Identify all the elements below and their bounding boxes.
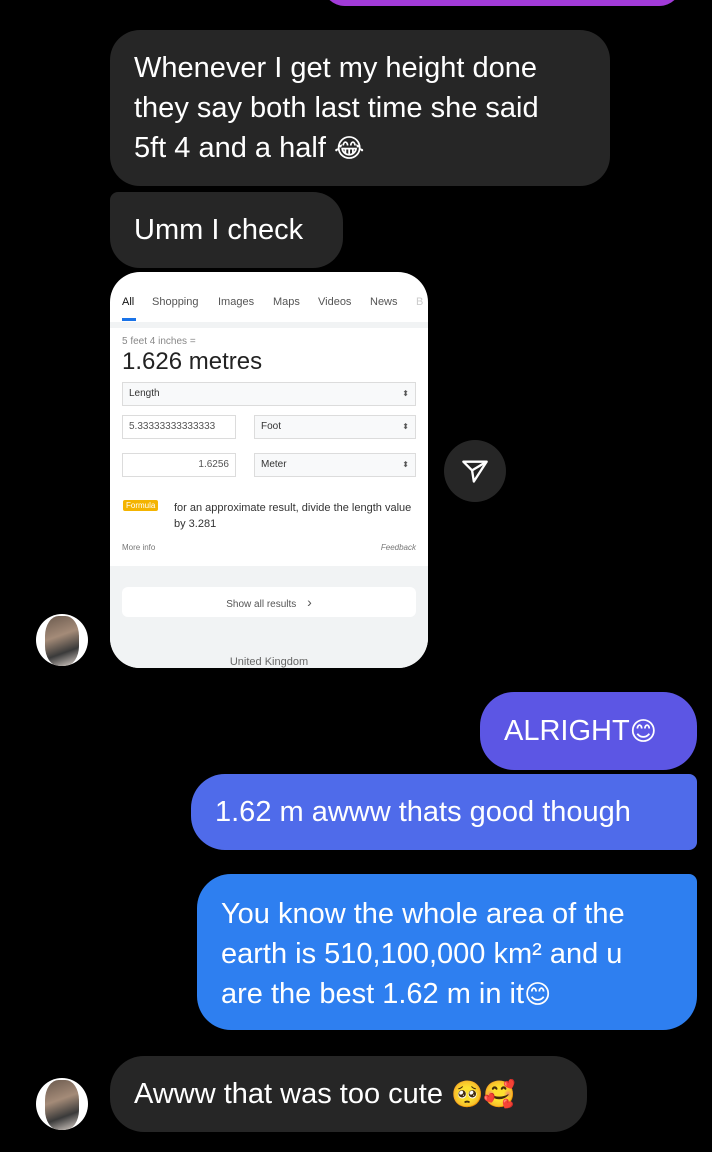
formula-text: for an approximate result, divide the le…: [174, 502, 412, 530]
conversion-query: 5 feet 4 inches =: [122, 336, 196, 347]
message-text: ALRIGHT: [504, 715, 630, 747]
from-unit-value: Foot: [261, 421, 282, 432]
divider: [110, 322, 428, 328]
incoming-message-2[interactable]: Umm I check: [110, 192, 343, 268]
message-line: are the best 1.62 m in it: [221, 978, 525, 1010]
formula-badge: Formula: [123, 500, 159, 511]
send-icon: [462, 460, 488, 483]
more-info-link: More info: [122, 543, 156, 552]
show-all-label: Show all results: [226, 599, 297, 610]
message-line: 5ft 4 and a half: [134, 132, 326, 164]
active-tab-indicator: [122, 318, 136, 321]
show-all-results-button: Show all results ›: [122, 587, 416, 617]
tab-shopping: Shopping: [152, 296, 199, 308]
smiling-emoji: 😊: [629, 717, 657, 747]
select-arrow-icon: ⬍: [402, 460, 409, 469]
search-tabs: All Shopping Images Maps Videos News B: [110, 272, 428, 325]
outgoing-message-2[interactable]: 1.62 m awww thats good though: [191, 774, 697, 850]
message-text: Awww that was too cute: [134, 1078, 443, 1110]
chevron-right-icon: ›: [307, 594, 312, 610]
from-value-input: 5.33333333333333: [122, 415, 236, 439]
to-value-input: 1.6256: [122, 453, 236, 477]
share-button[interactable]: [444, 440, 506, 502]
contact-avatar[interactable]: [36, 1078, 88, 1130]
from-unit-select: Foot ⬍: [254, 415, 416, 439]
tab-all: All: [122, 296, 135, 308]
incoming-message-1[interactable]: Whenever I get my height done they say b…: [110, 30, 610, 186]
select-arrow-icon: ⬍: [402, 422, 409, 431]
to-unit-value: Meter: [261, 459, 287, 470]
outgoing-message-3[interactable]: You know the whole area of the earth is …: [197, 874, 697, 1030]
pleading-hearts-emoji: 🥺🥰: [451, 1080, 516, 1110]
quantity-select: Length ⬍: [122, 382, 416, 406]
outgoing-message-1[interactable]: ALRIGHT😊: [480, 692, 697, 770]
tab-images: Images: [218, 296, 255, 308]
message-text: Umm I check: [134, 214, 304, 246]
message-line: earth is 510,100,000 km² and u: [221, 938, 623, 970]
to-unit-select: Meter ⬍: [254, 453, 416, 477]
smiling-emoji: 😊: [524, 980, 552, 1010]
select-arrow-icon: ⬍: [402, 389, 409, 398]
message-line: Whenever I get my height done: [134, 52, 538, 84]
tab-maps: Maps: [273, 296, 300, 308]
conversion-result: 1.626 metres: [122, 348, 263, 375]
quantity-select-value: Length: [129, 388, 160, 399]
message-line: they say both last time she said: [134, 92, 539, 124]
laughing-emoji: 😂: [333, 134, 365, 164]
incoming-message-3[interactable]: Awww that was too cute 🥺🥰: [110, 1056, 587, 1132]
previous-outgoing-message-bubble[interactable]: [322, 0, 682, 6]
contact-avatar[interactable]: [36, 614, 88, 666]
shared-screenshot-image[interactable]: All Shopping Images Maps Videos News B 5…: [110, 272, 428, 668]
feedback-link: Feedback: [380, 543, 416, 552]
message-line: You know the whole area of the: [221, 898, 625, 930]
tab-videos: Videos: [318, 296, 352, 308]
message-text: 1.62 m awww thats good though: [215, 796, 631, 828]
region-label: United Kingdom: [229, 656, 309, 668]
tab-more: B: [416, 296, 424, 308]
tab-news: News: [370, 296, 398, 308]
